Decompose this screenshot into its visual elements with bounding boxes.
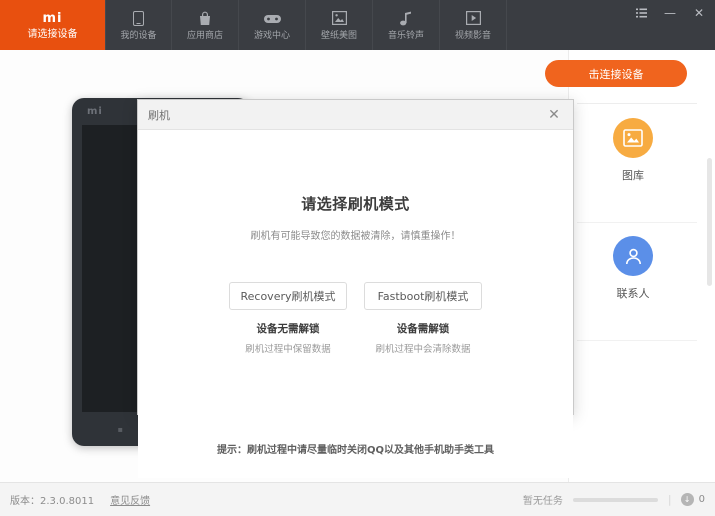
close-icon[interactable]: ✕: [691, 6, 707, 20]
nav-tabs: 我的设备 应用商店 游戏中心 壁纸美图 音乐铃声 视频影音: [105, 0, 507, 50]
mode-bold-note: 设备需解锁: [396, 323, 450, 335]
mode-option-recovery: Recovery刷机模式 设备无需解锁 刷机过程中保留数据: [229, 282, 347, 355]
download-icon: ↓: [680, 493, 694, 506]
dialog-heading: 请选择刷机模式: [301, 195, 410, 213]
tab-label: 音乐铃声: [387, 30, 424, 41]
task-status-label: 暂无任务: [522, 496, 563, 507]
dialog-tip: 提示：刷机过程中请尽量临时关闭QQ以及其他手机助手类工具: [216, 445, 494, 456]
dialog-title: 刷机: [148, 108, 170, 122]
gallery-icon: [613, 118, 653, 158]
gamepad-icon: [263, 10, 281, 27]
panel-item-contacts[interactable]: 联系人: [569, 236, 697, 301]
right-panel: 击连接设备 图库 联系人: [545, 50, 715, 482]
bag-icon: [198, 10, 212, 27]
mi-logo: mi: [42, 10, 63, 26]
tab-game-center[interactable]: 游戏中心: [239, 0, 306, 50]
app-header: mi 请选接设备 我的设备 应用商店 游戏中心 壁纸美图 音乐铃声 视频影音 —…: [0, 0, 715, 50]
tab-wallpaper[interactable]: 壁纸美图: [306, 0, 373, 50]
download-count: 0: [698, 494, 705, 505]
device-menu-icon: ▪: [117, 424, 124, 434]
tab-label: 壁纸美图: [320, 30, 357, 41]
panel-item-label: 图库: [622, 169, 644, 182]
dialog-subtitle: 刷机有可能导致您的数据被清除，请慎重操作！: [250, 231, 461, 242]
tab-label: 视频影音: [454, 30, 491, 41]
tab-label: 我的设备: [120, 30, 157, 41]
phone-icon: [133, 10, 144, 27]
window-controls: — ✕: [633, 0, 715, 50]
tab-my-device[interactable]: 我的设备: [105, 0, 172, 50]
panel-item-gallery[interactable]: 图库: [569, 118, 697, 183]
header-spacer: [507, 0, 633, 50]
panel-divider: [577, 103, 697, 104]
tab-music[interactable]: 音乐铃声: [373, 0, 440, 50]
device-mi-logo: mi: [87, 106, 103, 117]
connect-device-button[interactable]: 击连接设备: [545, 60, 687, 87]
dialog-close-icon[interactable]: ✕: [545, 106, 563, 124]
menu-icon[interactable]: [633, 6, 649, 20]
person-icon: [613, 236, 653, 276]
flash-mode-dialog: 刷机 ✕ 请选择刷机模式 刷机有可能导致您的数据被清除，请慎重操作！ Recov…: [137, 99, 574, 478]
video-play-icon: [465, 10, 481, 27]
task-progress-bar: [572, 497, 658, 502]
feedback-link[interactable]: 意见反馈: [110, 492, 150, 507]
mi-assistant-window: mi 请选接设备 我的设备 应用商店 游戏中心 壁纸美图 音乐铃声 视频影音 —…: [0, 0, 715, 516]
fastboot-mode-button[interactable]: Fastboot刷机模式: [364, 282, 482, 310]
music-note-icon: [400, 10, 412, 27]
dialog-title-bar[interactable]: 刷机 ✕: [138, 100, 573, 130]
mode-description: 刷机过程中保留数据: [245, 344, 331, 355]
mode-options: Recovery刷机模式 设备无需解锁 刷机过程中保留数据 Fastboot刷机…: [138, 282, 573, 355]
tab-video[interactable]: 视频影音: [440, 0, 507, 50]
status-separator: |: [667, 493, 672, 506]
minimize-icon[interactable]: —: [662, 6, 678, 20]
recovery-mode-button[interactable]: Recovery刷机模式: [229, 282, 347, 310]
panel-divider: [577, 340, 697, 341]
brand-subtitle: 请选接设备: [27, 28, 78, 40]
version-label: 版本：2.3.0.8011: [10, 496, 95, 507]
tab-label: 应用商店: [186, 30, 223, 41]
dialog-body: 请选择刷机模式 刷机有可能导致您的数据被清除，请慎重操作！ Recovery刷机…: [138, 193, 573, 478]
mode-option-fastboot: Fastboot刷机模式 设备需解锁 刷机过程中会清除数据: [364, 282, 482, 355]
panel-scrollbar[interactable]: [707, 158, 712, 286]
status-bar: 版本：2.3.0.8011 意见反馈 暂无任务 | ↓ 0: [0, 482, 715, 516]
tab-app-store[interactable]: 应用商店: [172, 0, 239, 50]
tab-label: 游戏中心: [253, 30, 290, 41]
mode-description: 刷机过程中会清除数据: [375, 344, 471, 355]
panel-divider: [577, 222, 697, 223]
brand-connect-device[interactable]: mi 请选接设备: [0, 0, 105, 50]
panel-item-label: 联系人: [616, 287, 650, 300]
mode-bold-note: 设备无需解锁: [256, 323, 320, 335]
image-icon: [331, 10, 347, 27]
download-manager-button[interactable]: ↓ 0: [680, 493, 705, 506]
